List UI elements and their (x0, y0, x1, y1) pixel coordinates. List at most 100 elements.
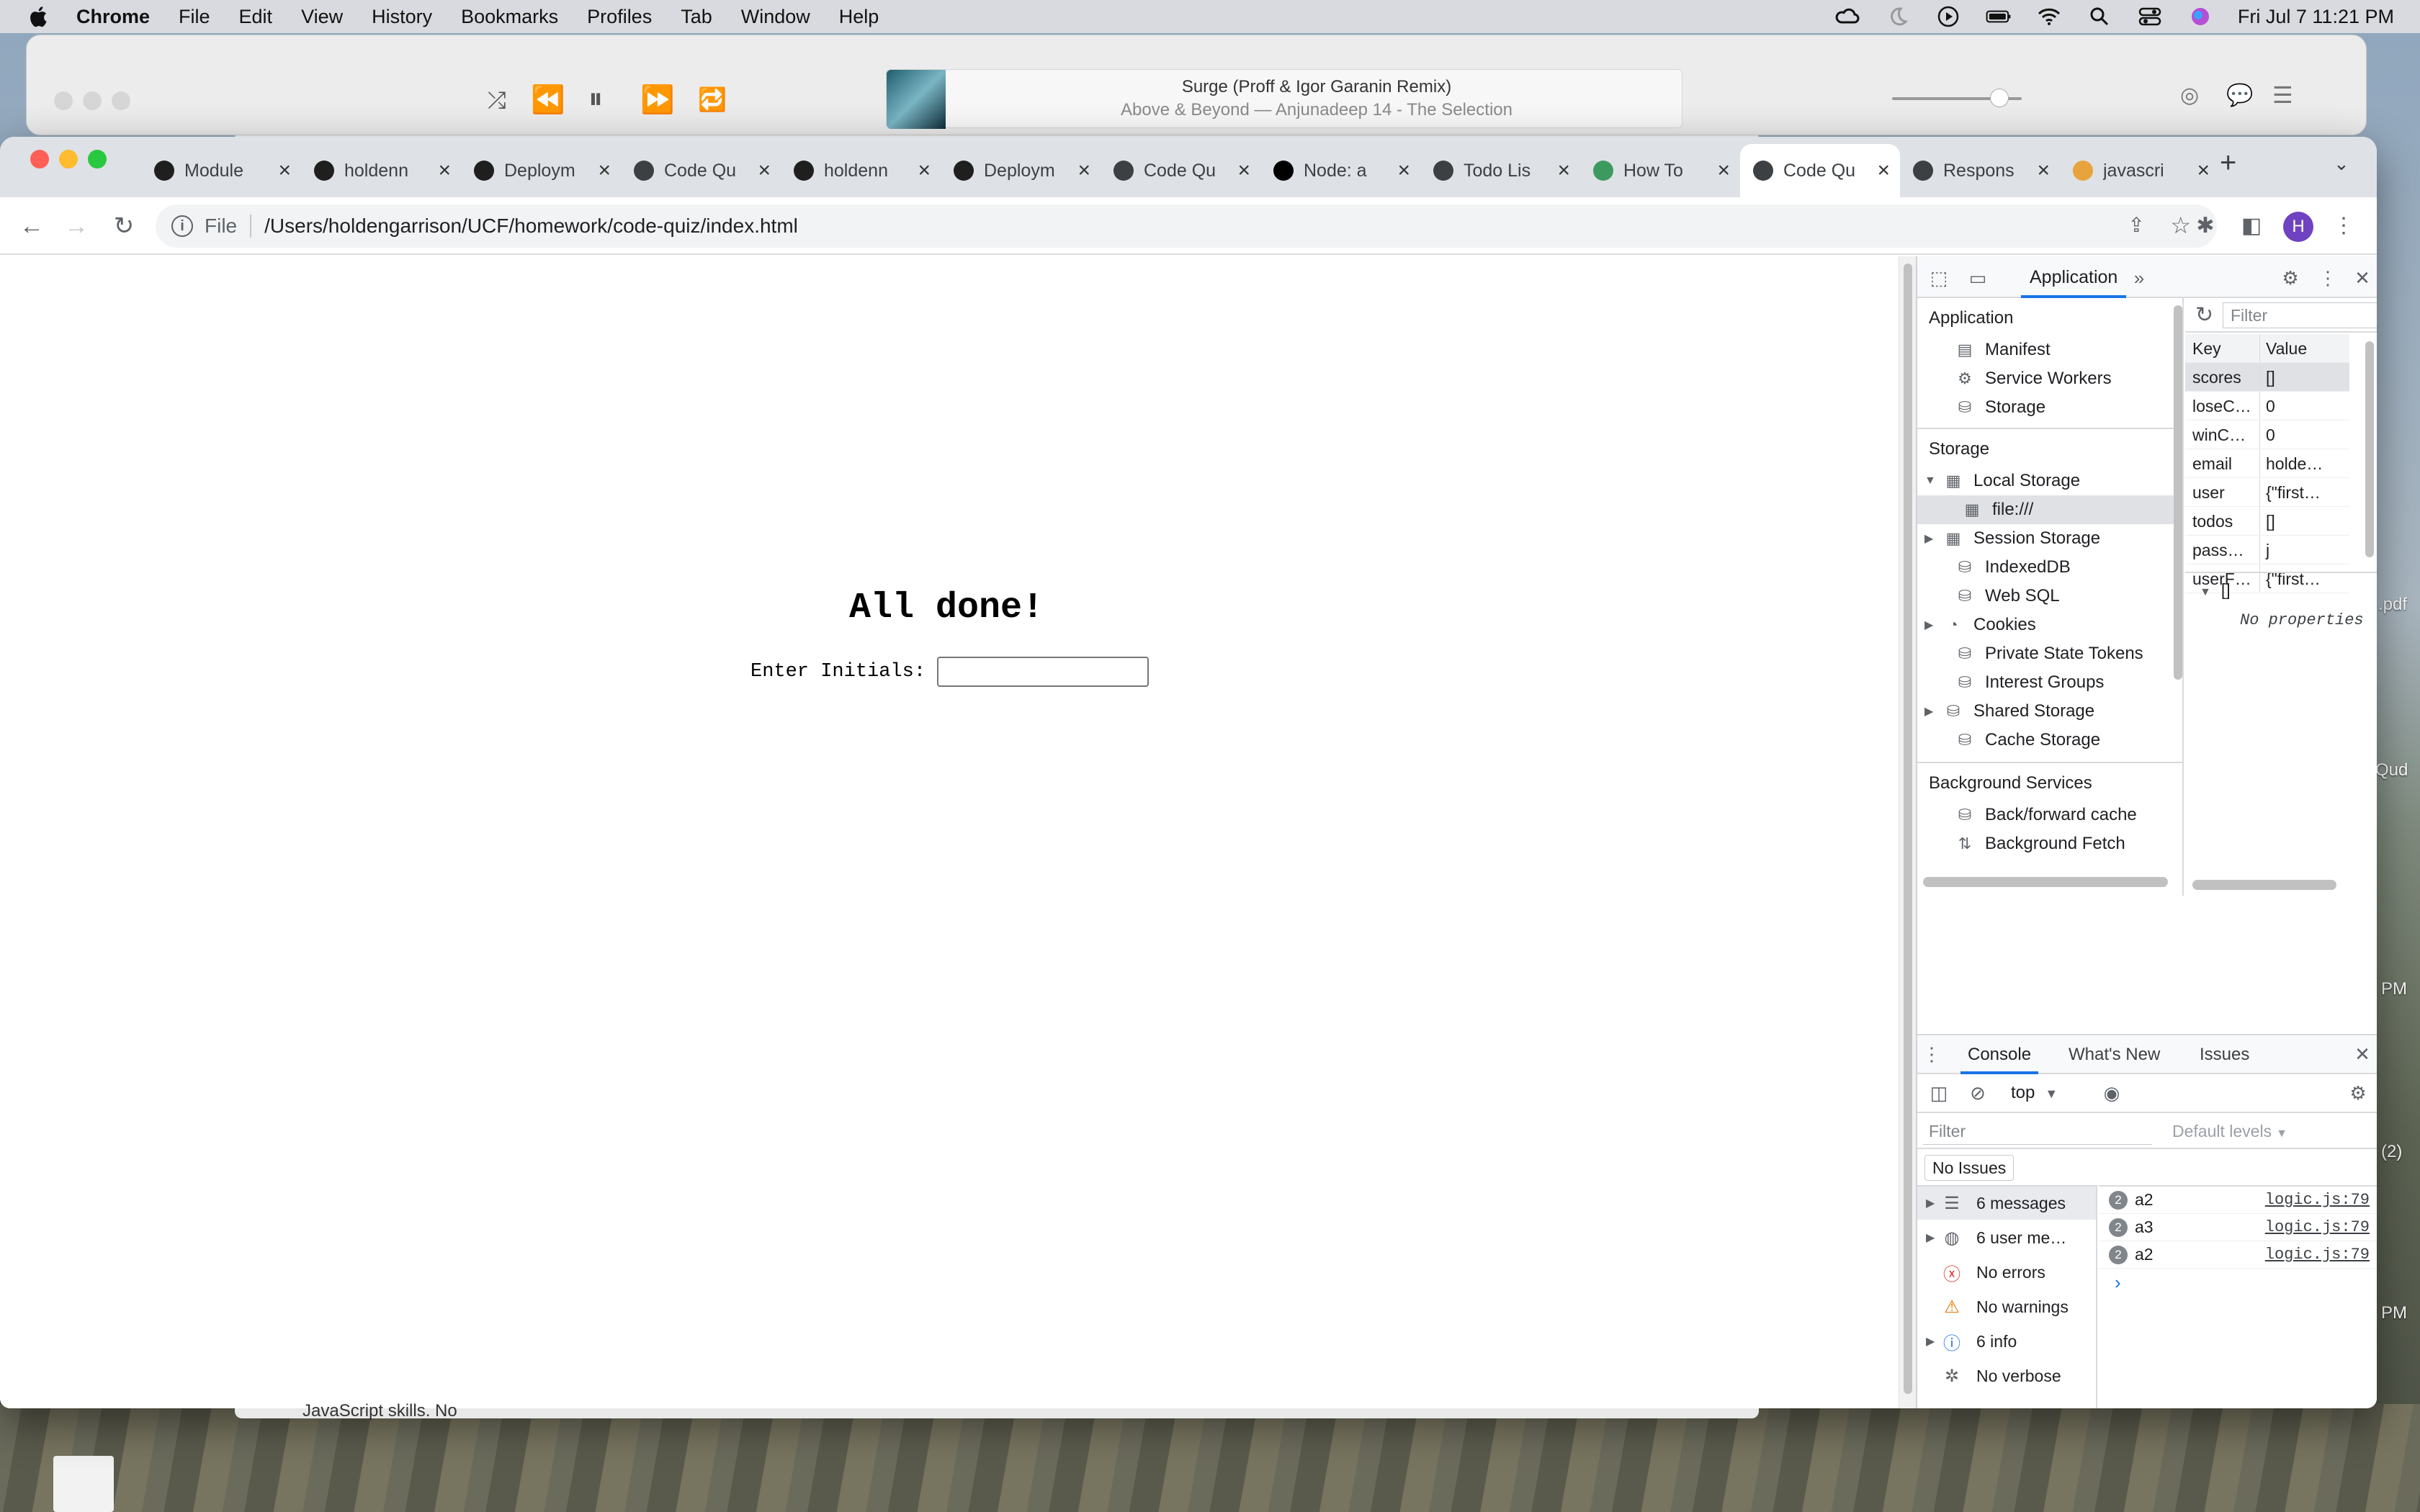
zoom-window-icon[interactable] (88, 150, 107, 168)
sidebar-item-cookies[interactable]: ▶ ◔ Cookies (1924, 611, 2172, 639)
device-toolbar-icon[interactable]: ▭ (1965, 265, 1991, 291)
sidebar-item-back-forward-cache[interactable]: ⛁ Back/forward cache (1936, 801, 2182, 829)
table-row[interactable]: pass… j (2185, 536, 2349, 564)
table-scrollbar[interactable] (2365, 341, 2374, 557)
expanded-arrow-icon[interactable]: ▼ (2200, 586, 2211, 598)
tab-3[interactable]: Code Qu × (621, 144, 781, 197)
close-tab-icon[interactable]: × (1237, 158, 1250, 183)
console-message[interactable]: 2 a3 logic.js:79 (2099, 1214, 2377, 1241)
rewind-icon[interactable]: ⏪ (531, 84, 565, 116)
close-tab-icon[interactable]: × (1877, 158, 1890, 183)
tab-application[interactable]: Application (2021, 256, 2127, 298)
now-playing[interactable]: Surge (Proff & Igor Garanin Remix) Above… (886, 69, 1682, 129)
airplay-icon[interactable]: ◎ (2180, 83, 2199, 108)
console-filter-messages[interactable]: ▶ ☰ 6 messages (1917, 1187, 2096, 1220)
spotlight-search-icon[interactable] (2087, 6, 2112, 27)
url-text[interactable]: /Users/holdengarrison/UCF/homework/code-… (264, 215, 798, 238)
wifi-icon[interactable] (2036, 6, 2062, 27)
pause-icon[interactable]: ⏸ (588, 83, 603, 115)
play-icon[interactable] (1935, 6, 1961, 27)
close-tab-icon[interactable]: × (2037, 158, 2050, 183)
tab-4[interactable]: holdenn × (781, 144, 941, 197)
close-window-icon[interactable] (30, 150, 49, 168)
tab-10[interactable]: Code Qu × (1740, 144, 1900, 197)
console-settings-gear-icon[interactable]: ⚙ (2345, 1080, 2371, 1106)
table-row[interactable]: todos[] (2185, 507, 2349, 536)
tab-2[interactable]: Deploym × (461, 144, 621, 197)
minimize-window-icon[interactable] (59, 150, 78, 168)
close-tab-icon[interactable]: × (598, 158, 611, 183)
devtools-menu-icon[interactable]: ⋮ (2315, 265, 2341, 291)
fast-forward-icon[interactable]: ⏩ (640, 84, 674, 116)
source-link[interactable]: logic.js:79 (2265, 1218, 2370, 1236)
console-filter-warnings[interactable]: ⚠ No warnings (1917, 1290, 2096, 1323)
sidebar-item-local-storage-file[interactable]: ▦ file:/// (1917, 495, 2182, 524)
row-key[interactable]: pass… (2185, 536, 2260, 564)
close-tab-icon[interactable]: × (1557, 158, 1570, 183)
site-info-icon[interactable]: i (171, 215, 193, 237)
preview-hscrollbar[interactable] (2192, 880, 2336, 890)
collapsed-arrow-icon[interactable]: ▶ (1917, 1196, 1939, 1210)
tab-11[interactable]: Respons × (1900, 144, 2060, 197)
sidebar-item-interest-groups[interactable]: ⛁ Interest Groups (1936, 668, 2182, 697)
drawer-menu-icon[interactable]: ⋮ (1919, 1041, 1945, 1067)
tab-1[interactable]: holdenn × (301, 144, 461, 197)
row-key[interactable]: user (2185, 478, 2260, 506)
side-panel-icon[interactable]: ◧ (2236, 210, 2267, 242)
console-prompt-icon[interactable]: › (2115, 1272, 2121, 1294)
queue-icon[interactable]: ☰ (2272, 81, 2293, 109)
battery-icon[interactable] (1986, 6, 2012, 27)
scrollbar-thumb[interactable] (1904, 264, 1912, 1394)
row-value[interactable]: 0 (2260, 420, 2349, 449)
sidebar-item-manifest[interactable]: ▤ Manifest (1936, 336, 2182, 364)
close-drawer-icon[interactable]: ✕ (2349, 1041, 2375, 1067)
console-filter-user-messages[interactable]: ▶ ◍ 6 user me… (1917, 1221, 2096, 1254)
refresh-icon[interactable]: ↻ (2195, 302, 2213, 328)
menubar-clock[interactable]: Fri Jul 7 11:21 PM (2238, 6, 2394, 28)
collapsed-arrow-icon[interactable]: ▶ (1924, 618, 1942, 632)
sidebar-item-background-fetch[interactable]: ⇅ Background Fetch (1936, 829, 2182, 858)
back-button[interactable]: ← (16, 210, 48, 242)
close-devtools-icon[interactable]: ✕ (2349, 265, 2375, 291)
menu-help[interactable]: Help (839, 6, 879, 28)
menu-app-name[interactable]: Chrome (76, 6, 150, 28)
sidebar-item-indexeddb[interactable]: ⛁ IndexedDB (1936, 553, 2182, 582)
initials-input[interactable] (937, 657, 1150, 687)
page-scrollbar[interactable] (1899, 256, 1916, 1408)
sidebar-hscrollbar[interactable] (1923, 877, 2168, 887)
apple-icon[interactable] (29, 4, 50, 29)
tab-search-chevron-icon[interactable]: ⌄ (2334, 153, 2349, 175)
live-expression-eye-icon[interactable]: ◉ (2099, 1080, 2125, 1106)
menu-history[interactable]: History (372, 6, 432, 28)
row-key[interactable]: scores (2185, 363, 2260, 391)
repeat-icon[interactable]: 🔁 (698, 86, 727, 113)
collapsed-arrow-icon[interactable]: ▶ (1924, 531, 1942, 546)
sidebar-vscrollbar[interactable] (2174, 305, 2182, 680)
tab-7[interactable]: Node: a × (1260, 144, 1420, 197)
more-tabs-icon[interactable]: » (2126, 265, 2152, 291)
console-message[interactable]: 2 a2 logic.js:79 (2099, 1241, 2377, 1269)
extensions-icon[interactable]: ✱ (2190, 210, 2221, 242)
tab-6[interactable]: Code Qu × (1101, 144, 1260, 197)
menu-edit[interactable]: Edit (239, 6, 273, 28)
console-filter-verbose[interactable]: ✲ No verbose (1917, 1359, 2096, 1392)
console-filter-info[interactable]: ▶ ⓘ 6 info (1917, 1325, 2096, 1358)
row-value[interactable]: [] (2260, 507, 2349, 535)
sidebar-item-storage[interactable]: ⛁ Storage (1936, 393, 2182, 422)
tab-5[interactable]: Deploym × (941, 144, 1101, 197)
close-tab-icon[interactable]: × (1077, 158, 1090, 183)
desktop-file-label[interactable]: .pdf (2378, 595, 2407, 615)
desktop-file-label[interactable]: Qud (2375, 760, 2408, 780)
desktop-file-label[interactable]: (2) (2381, 1142, 2402, 1162)
row-key[interactable]: todos (2185, 507, 2260, 535)
new-tab-button[interactable]: + (2220, 147, 2236, 179)
menu-profiles[interactable]: Profiles (587, 6, 652, 28)
tab-0[interactable]: Module × (141, 144, 301, 197)
log-levels-dropdown[interactable]: Default levels ▼ (2172, 1117, 2287, 1148)
tab-issues[interactable]: Issues (2192, 1035, 2257, 1074)
moon-icon[interactable] (1885, 6, 1911, 27)
volume-slider[interactable] (1892, 89, 2022, 107)
zoom-window-icon[interactable] (112, 91, 130, 110)
sidebar-item-service-workers[interactable]: ⚙ Service Workers (1936, 364, 2182, 393)
console-message[interactable]: 2 a2 logic.js:79 (2099, 1187, 2377, 1214)
